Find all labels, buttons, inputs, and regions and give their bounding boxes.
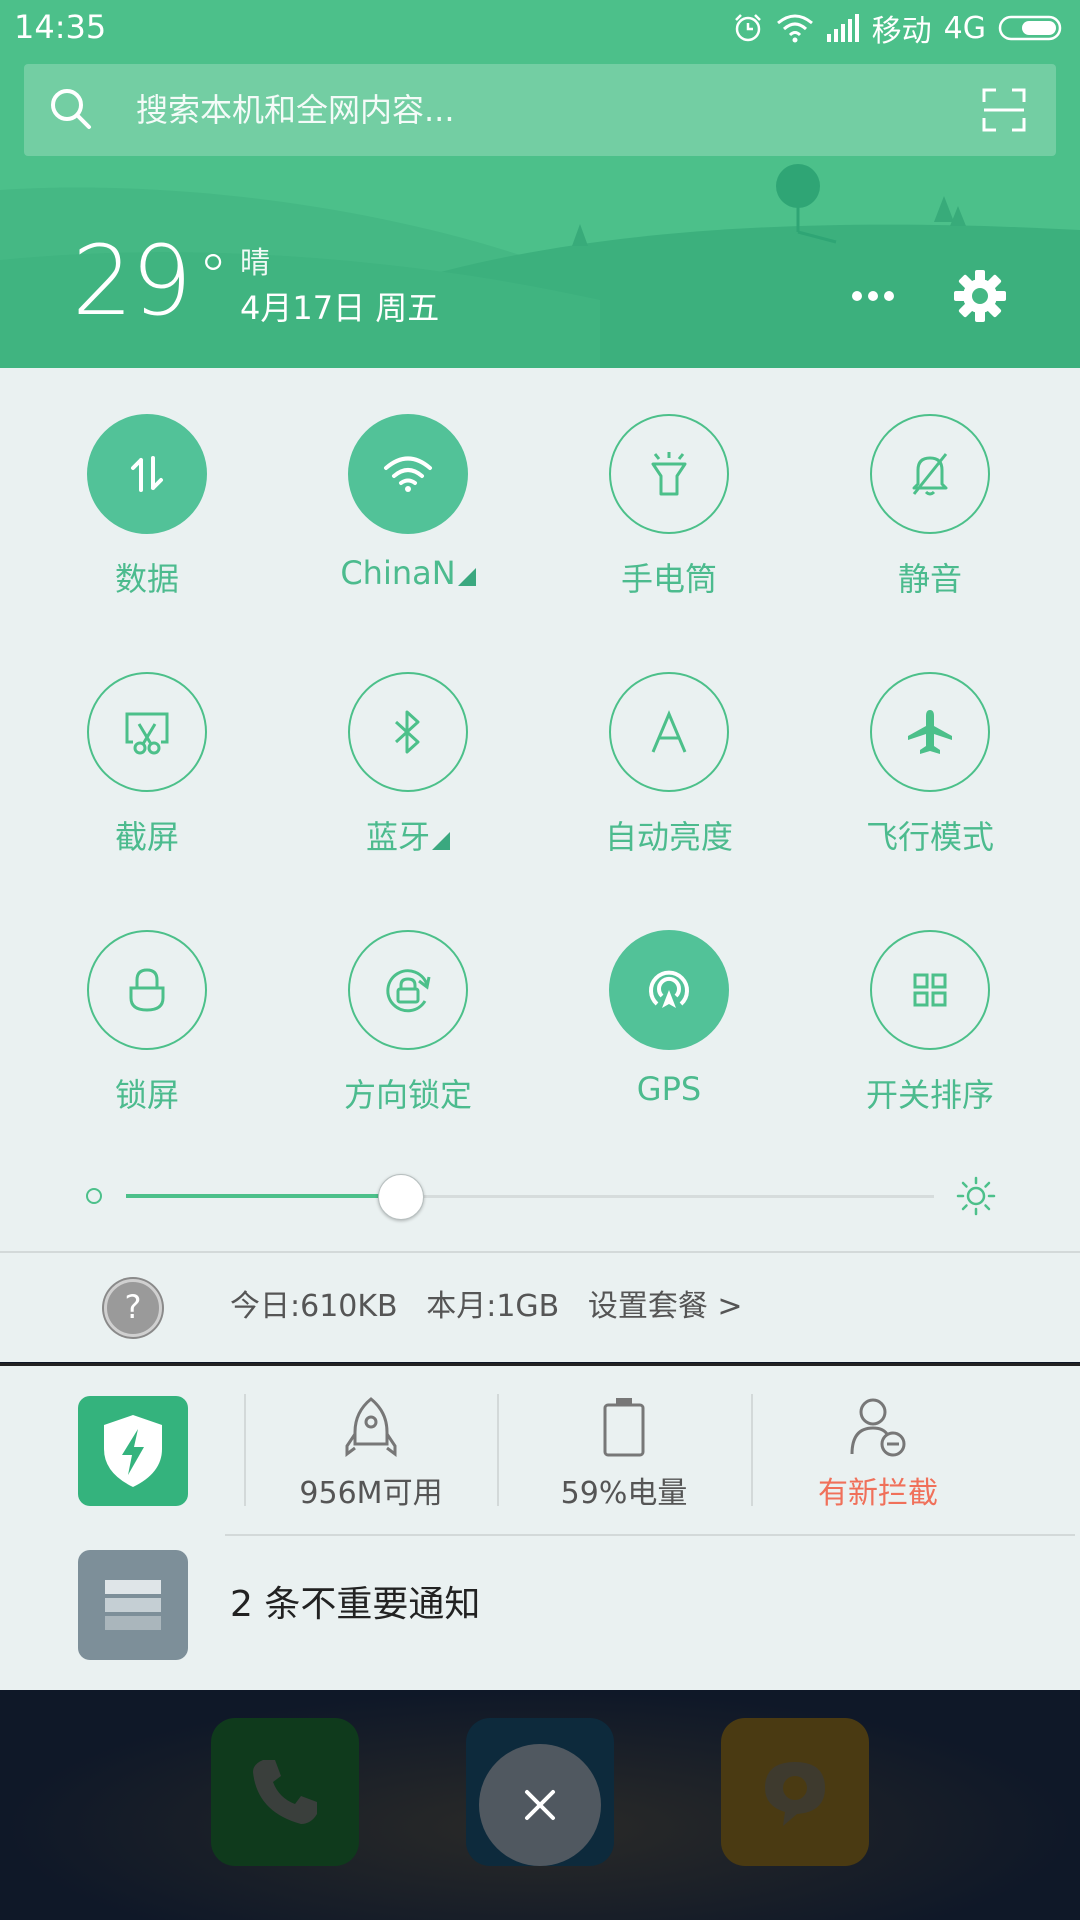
gps-icon xyxy=(609,930,729,1050)
user-block-icon xyxy=(850,1398,906,1457)
notification-header: 14:35 移动 4G 搜索本机和全网内容... 29 ° 晴 4月17日 周五 xyxy=(0,0,1080,368)
phone-app-icon[interactable] xyxy=(211,1718,359,1866)
battery-level: 59%电量 xyxy=(560,1476,688,1511)
alarm-icon xyxy=(734,14,761,42)
slider-thumb[interactable] xyxy=(377,1174,424,1220)
carrier-name: 移动 xyxy=(871,14,932,49)
rotation-lock-icon xyxy=(348,930,468,1050)
status-bar: 14:35 移动 4G xyxy=(0,0,1080,56)
toggle-screenshot[interactable]: 截屏 xyxy=(47,672,247,858)
memory-stat[interactable]: 956M可用 xyxy=(246,1396,496,1512)
toggle-sort[interactable]: 开关排序 xyxy=(830,930,1030,1116)
toggle-label: GPS xyxy=(636,1070,702,1108)
bluetooth-icon xyxy=(348,672,468,792)
expand-arrow-icon[interactable] xyxy=(432,832,450,850)
home-dock xyxy=(0,1690,1080,1920)
toggle-label: 手电筒 xyxy=(620,560,717,598)
weather-date: 4月17日 周五 xyxy=(240,289,440,327)
brightness-low-icon xyxy=(86,1188,102,1204)
status-time: 14:35 xyxy=(14,8,107,46)
messages-app-icon[interactable] xyxy=(721,1718,869,1866)
flashlight-icon xyxy=(609,414,729,534)
temperature: 29 ° xyxy=(72,225,228,337)
battery-icon xyxy=(998,15,1062,41)
bell-off-icon xyxy=(870,414,990,534)
close-icon xyxy=(525,1790,555,1820)
toggle-rotation-lock[interactable]: 方向锁定 xyxy=(308,930,508,1116)
toggle-label: 方向锁定 xyxy=(343,1076,472,1114)
toggle-auto-brightness[interactable]: 自动亮度 xyxy=(569,672,769,858)
toggle-label: 蓝牙 xyxy=(365,818,430,856)
screenshot-icon xyxy=(87,672,207,792)
grid-icon xyxy=(870,930,990,1050)
toggle-label: 截屏 xyxy=(114,818,179,856)
quick-settings-panel: 数据 ChinaN 手电筒 静音 截屏 蓝牙 自动亮度 飞行模式 锁屏 方向锁定… xyxy=(0,368,1080,1362)
new-block-alert: 有新拦截 xyxy=(818,1476,938,1511)
battery-outline-icon xyxy=(603,1398,645,1457)
auto-brightness-icon xyxy=(609,672,729,792)
help-icon[interactable]: ? xyxy=(104,1279,162,1337)
search-bar[interactable]: 搜索本机和全网内容... xyxy=(24,64,1056,156)
toggle-silent[interactable]: 静音 xyxy=(830,414,1030,600)
security-app-icon[interactable] xyxy=(78,1396,188,1506)
toggle-label: 开关排序 xyxy=(865,1076,994,1114)
signal-icon xyxy=(826,14,859,42)
rocket-icon xyxy=(345,1397,397,1457)
close-button[interactable] xyxy=(479,1744,601,1866)
unimportant-notifications-icon[interactable] xyxy=(78,1550,188,1660)
toggle-label: 飞行模式 xyxy=(865,818,994,856)
toggle-flashlight[interactable]: 手电筒 xyxy=(569,414,769,600)
temperature-value: 29 xyxy=(72,225,192,337)
scan-icon[interactable] xyxy=(982,88,1026,132)
toggle-gps[interactable]: GPS xyxy=(569,930,769,1108)
data-usage-row[interactable]: ? 今日:610KB 本月:1GB 设置套餐 > xyxy=(0,1253,1080,1361)
toggle-label: 自动亮度 xyxy=(604,818,733,856)
usage-today: 今日:610KB xyxy=(230,1289,398,1324)
unimportant-notifications-text[interactable]: 2 条不重要通知 xyxy=(230,1550,480,1660)
notification-area: 956M可用 59%电量 有新拦截 2 条不重要通知 xyxy=(0,1363,1080,1690)
toggle-label: 锁屏 xyxy=(114,1076,179,1114)
toggle-airplane[interactable]: 飞行模式 xyxy=(830,672,1030,858)
degree-symbol: ° xyxy=(198,242,228,312)
divider xyxy=(225,1534,1075,1536)
toggle-bluetooth[interactable]: 蓝牙 xyxy=(308,672,508,858)
expand-arrow-icon[interactable] xyxy=(457,568,476,586)
more-icon[interactable] xyxy=(848,278,898,314)
airplane-icon xyxy=(870,672,990,792)
toggle-label: 静音 xyxy=(897,560,962,598)
battery-stat[interactable]: 59%电量 xyxy=(499,1396,749,1512)
memory-available: 956M可用 xyxy=(299,1476,443,1511)
lock-icon xyxy=(87,930,207,1050)
slider-fill xyxy=(126,1194,401,1198)
gear-icon[interactable] xyxy=(954,270,1006,322)
toggle-label: ChinaN xyxy=(340,554,456,592)
wifi-status-icon xyxy=(776,14,813,43)
status-icons: 移动 4G xyxy=(732,8,1064,49)
toggle-lock-screen[interactable]: 锁屏 xyxy=(47,930,247,1116)
brightness-high-icon xyxy=(956,1176,996,1216)
toggle-data[interactable]: 数据 xyxy=(47,414,247,600)
data-arrows-icon xyxy=(87,414,207,534)
toggle-wifi[interactable]: ChinaN xyxy=(308,414,508,592)
blocked-stat[interactable]: 有新拦截 xyxy=(753,1396,1003,1512)
search-placeholder: 搜索本机和全网内容... xyxy=(136,91,455,129)
network-type: 4G xyxy=(943,10,986,46)
usage-month: 本月:1GB xyxy=(426,1289,560,1324)
weather-condition: 晴 xyxy=(240,246,270,281)
toggle-label: 数据 xyxy=(114,560,179,598)
setup-plan-link[interactable]: 设置套餐 > xyxy=(588,1289,743,1324)
wifi-icon xyxy=(348,414,468,534)
search-icon xyxy=(51,89,91,129)
brightness-slider[interactable] xyxy=(86,1166,996,1226)
